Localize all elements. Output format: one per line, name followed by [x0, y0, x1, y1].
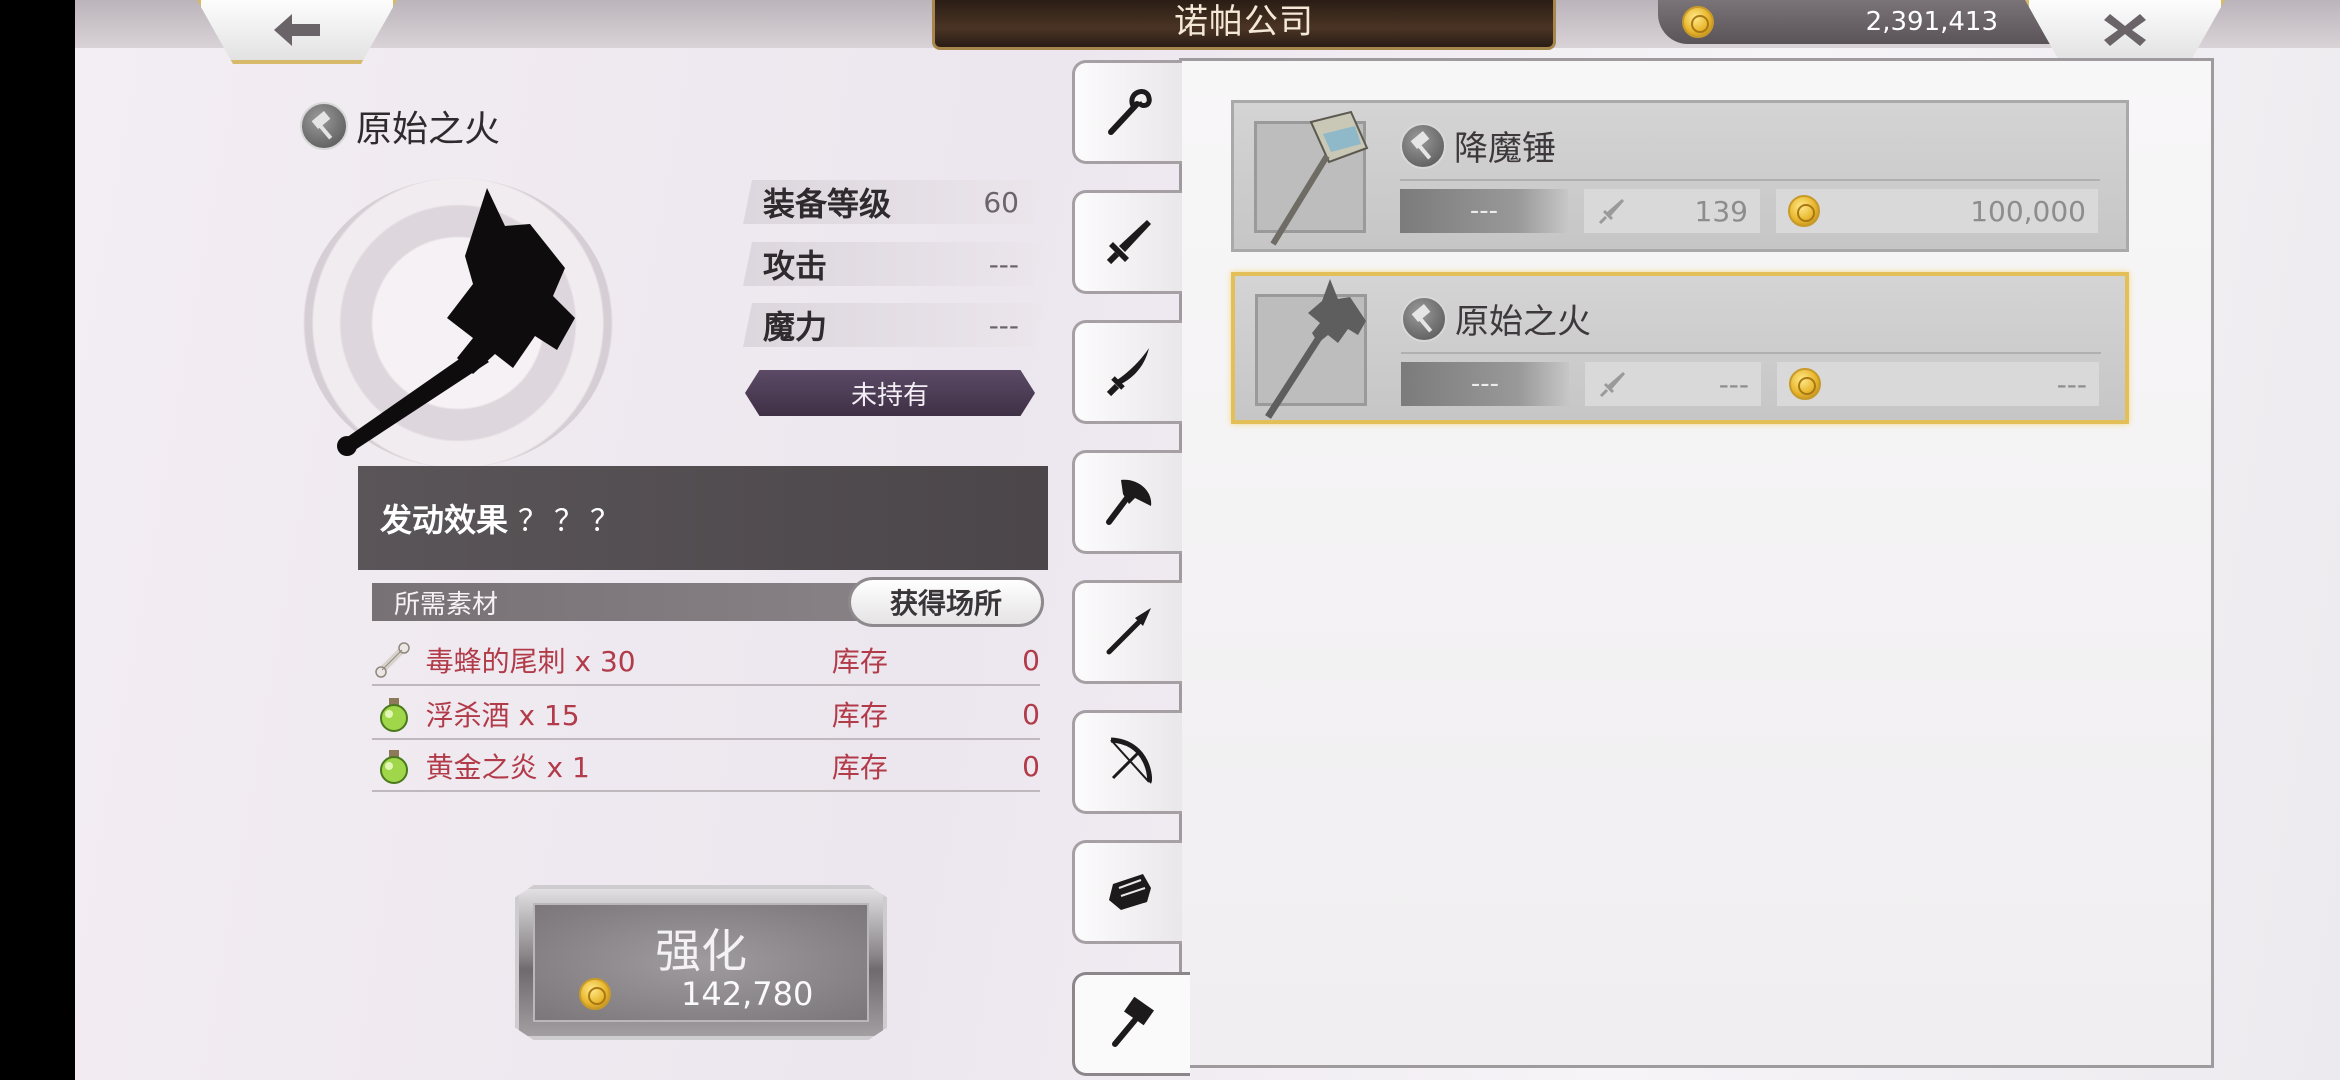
material-name: 毒蜂的尾刺 x 30 [425, 645, 636, 678]
material-name: 浮杀酒 x 15 [425, 699, 580, 732]
item-header: 原始之火 [300, 100, 500, 152]
enhance-button[interactable]: 强化 142,780 [515, 885, 887, 1040]
effect-value: ？？？ [518, 504, 627, 539]
attack-value: 139 [1694, 194, 1748, 228]
weapon-thumbnail [1255, 279, 1367, 419]
weapon-list-item-selected[interactable]: 原始之火 --- --- --- [1231, 272, 2129, 424]
item-name: 原始之火 [356, 109, 501, 150]
weapon-price: --- [1777, 362, 2099, 406]
arrow-left-icon [274, 14, 320, 46]
sword-icon [1598, 199, 1624, 225]
material-name: 黄金之炎 x 1 [425, 751, 590, 784]
bow-icon [1109, 737, 1152, 784]
material-row[interactable]: 黄金之炎 x 1 库存 0 [372, 742, 1040, 792]
tab-gauntlet[interactable] [1072, 840, 1182, 944]
enhance-cost-value: 142,780 [681, 975, 814, 1013]
blade-icon [1106, 348, 1149, 397]
sword-icon [1599, 372, 1625, 398]
coin-icon [579, 978, 611, 1010]
spear-icon [1106, 608, 1151, 655]
stock-value: 0 [1022, 643, 1040, 677]
potion-icon [372, 692, 416, 736]
hammer-type-icon [1401, 295, 1447, 342]
material-row[interactable]: 毒蜂的尾刺 x 30 库存 0 [372, 636, 1040, 686]
tab-spear[interactable] [1072, 580, 1182, 684]
tab-blade[interactable] [1072, 320, 1182, 424]
weapon-level: --- [1401, 362, 1569, 406]
acquisition-source-button[interactable]: 获得场所 [848, 577, 1044, 627]
divider [1401, 352, 2101, 354]
bone-icon [372, 638, 416, 682]
effect-label: 发动效果 [380, 501, 509, 539]
weapon-name: 降魔锤 [1454, 129, 1556, 169]
enhance-cost: 142,780 [579, 975, 813, 1013]
currency-amount: 2,391,413 [1865, 7, 1998, 37]
weapon-attack: --- [1585, 362, 1761, 406]
stock-label: 库存 [831, 699, 888, 732]
weapon-price: 100,000 [1776, 189, 2098, 233]
hammer-silhouette-icon [337, 188, 575, 456]
weapon-title: 降魔锤 [1400, 121, 1556, 170]
hammer-type-icon [1400, 122, 1446, 169]
axe-icon [1105, 479, 1151, 525]
tab-bow[interactable] [1072, 710, 1182, 814]
stat-row-attack: 攻击 --- [743, 242, 1043, 286]
materials-label: 所需素材 [394, 589, 499, 620]
stat-label: 攻击 [763, 247, 828, 285]
stat-label: 装备等级 [763, 185, 892, 223]
stat-value: --- [988, 247, 1019, 281]
coin-icon [1789, 368, 1821, 400]
stock-label: 库存 [831, 751, 888, 784]
currency-display: 2,391,413 [1658, 0, 2078, 44]
stock-value: 0 [1022, 749, 1040, 783]
hammer-icon [1111, 996, 1154, 1047]
game-screen: 诺帕公司 2,391,413 原始之火 装备等级 60 攻击 --- 魔力 --… [75, 0, 2340, 1080]
weapon-level: --- [1400, 189, 1568, 233]
enhance-label: 强化 [655, 924, 747, 978]
stat-value: --- [988, 308, 1019, 342]
page-title: 诺帕公司 [1174, 2, 1314, 42]
staff-icon [1107, 89, 1152, 135]
close-icon [2104, 14, 2146, 46]
tab-axe[interactable] [1072, 450, 1182, 554]
potion-icon [372, 744, 416, 788]
coin-icon [1682, 6, 1714, 38]
weapon-list-item[interactable]: 降魔锤 --- 139 100,000 [1231, 100, 2129, 252]
price-value: --- [2056, 367, 2087, 401]
tab-sword[interactable] [1072, 190, 1182, 294]
stock-value: 0 [1022, 697, 1040, 731]
stat-row-magic: 魔力 --- [743, 303, 1043, 347]
material-row[interactable]: 浮杀酒 x 15 库存 0 [372, 690, 1040, 740]
weapon-name: 原始之火 [1455, 302, 1591, 342]
stat-row-level: 装备等级 60 [743, 180, 1043, 224]
price-value: 100,000 [1970, 194, 2086, 228]
attack-value: --- [1718, 367, 1749, 401]
stat-value: 60 [983, 185, 1019, 219]
hammer-silhouette-icon [1265, 279, 1366, 419]
back-button[interactable] [197, 0, 397, 64]
ownership-status-badge: 未持有 [745, 370, 1035, 416]
hammer-type-icon [300, 102, 348, 150]
divider [1400, 179, 2100, 181]
close-button[interactable] [2025, 0, 2225, 64]
effect-bar: 发动效果 ？？？ [358, 466, 1048, 570]
tab-staff[interactable] [1072, 60, 1182, 164]
weapon-thumbnail [1254, 110, 1369, 246]
sword-icon [1106, 220, 1151, 265]
tab-hammer[interactable] [1072, 972, 1190, 1076]
demon-hammer-icon [1270, 110, 1369, 246]
weapon-title: 原始之火 [1401, 294, 1591, 343]
stock-label: 库存 [831, 645, 888, 678]
stat-label: 魔力 [763, 308, 828, 346]
coin-icon [1788, 195, 1820, 227]
title-plate: 诺帕公司 [932, 0, 1556, 50]
weapon-attack: 139 [1584, 189, 1760, 233]
gauntlet-icon [1108, 874, 1151, 910]
